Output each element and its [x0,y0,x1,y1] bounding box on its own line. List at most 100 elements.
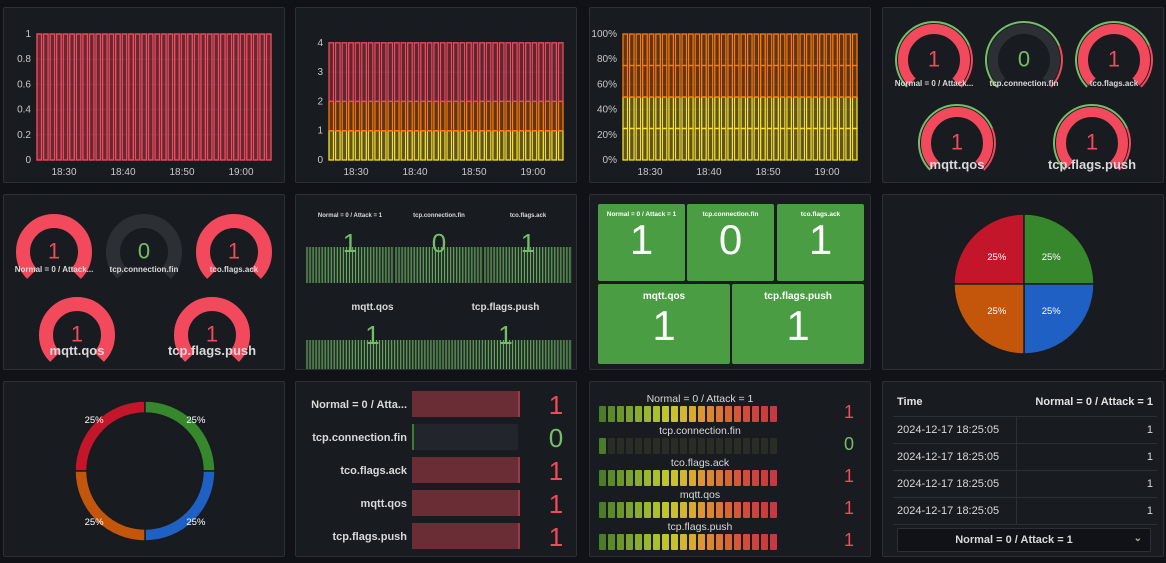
bar-segment [511,130,518,161]
bar-segment [400,130,407,161]
x-tick-label: 18:50 [755,167,780,178]
bar-segment [472,42,479,103]
bar-segment [753,33,760,67]
bar-segment [733,64,740,98]
lcd-gauge-bar [599,438,777,454]
stat-tile[interactable]: Normal = 0 / Attack = 11 [598,204,685,281]
gauge-value: 1 [1086,130,1098,155]
bar-segment [328,130,335,161]
bar-segment [714,64,720,98]
bar-segment [779,127,786,161]
bar-segment [459,100,466,132]
bar-segment [492,100,499,132]
bar-segment [812,127,819,161]
lcd-cell [770,534,777,550]
panel-gauges-thick[interactable]: 1 Normal = 0 / Attack... 0 tcp.connection.f… [3,194,285,370]
bar-segment [792,64,799,98]
lcd-cell [644,438,651,454]
bar-segment [687,96,694,130]
bar-segment [851,127,858,161]
bar-segment [779,64,786,98]
stat-tile[interactable]: mqtt.qos 1 [598,284,730,364]
bar-segment [687,64,694,98]
pie-slice-label: 25% [186,517,206,528]
table-row: 2024-12-17 18:25:05 1 [893,497,1157,525]
column-header-time[interactable]: Time [893,396,1017,417]
bar [239,33,246,161]
bar-segment [740,127,747,161]
stat-tile[interactable]: tcp.connection.fin 0 [687,204,774,281]
bar-segment [544,100,551,132]
panel-lcd-gauge[interactable]: Normal = 0 / Attack = 1 1 tcp.connection.f… [589,381,871,557]
bar-segment [544,42,551,103]
lcd-cell [761,406,768,422]
bar-segment [525,100,531,132]
bar-segment [773,127,779,161]
field-select[interactable]: Normal = 0 / Attack = 1 ⌄ [897,528,1151,552]
bar-segment [622,96,629,130]
bar [232,33,239,161]
panel-timeseries-bars[interactable]: 0 0.2 0.4 0.6 0.8 1 18:30 18:40 18:50 19:00 [3,7,285,183]
lcd-cell [635,406,642,422]
bar-segment [773,64,779,98]
bar-segment [511,100,518,132]
data-table: Time Normal = 0 / Attack = 1 2024-12-17 … [893,396,1157,525]
pie-slice [953,283,1025,355]
pie-slice-label: 25% [987,252,1007,263]
bar [75,33,82,161]
bar-gauge-track [412,523,520,549]
bar-segment [838,96,845,130]
stat-tile-value: 1 [652,302,676,349]
lcd-cell [608,438,615,454]
lcd-cell [752,534,759,550]
bar-segment [407,130,413,161]
bar-segment [459,42,466,103]
pie-slice [1023,283,1095,355]
lcd-gauge-bar [599,470,777,486]
bar-segment [648,33,655,67]
lcd-gauge-label: mqtt.qos [679,489,721,501]
panel-stacked-bars[interactable]: 0 1 2 3 4 18:30 18:40 18:50 19:00 [295,7,577,183]
bar-segment [786,64,793,98]
panel-stat-tiles[interactable]: Normal = 0 / Attack = 1 1 tcp.connection.f… [589,194,871,370]
panel-gauges-thin[interactable]: 1 Normal = 0 / Attack... 0 tcp.connection.f… [882,7,1164,183]
lcd-cell [743,406,750,422]
lcd-cell [707,406,714,422]
panel-percent-bars[interactable]: 0% 20% 40% 60% 80% 100% 18:30 18:40 18:50 19:00 [589,7,871,183]
bar-segment [786,33,793,67]
y-tick-label: 0.2 [17,130,31,141]
bar-segment [851,96,858,130]
lcd-cell [752,406,759,422]
lcd-cell [635,502,642,518]
y-tick-label: 4 [317,38,323,49]
stat-tile[interactable]: tco.flags.ack 1 [777,204,864,281]
y-tick-label: 3 [317,67,323,78]
lcd-cell [599,438,606,454]
bar-segment [426,42,433,103]
bar-segment [407,100,413,132]
column-header-attack[interactable]: Normal = 0 / Attack = 1 [1016,396,1157,417]
bar-gauge-fill [412,523,520,549]
stat-label: tcp.flags.push [472,302,540,313]
bar-segment [518,130,525,161]
stat-tile[interactable]: tcp.flags.push 1 [732,284,864,364]
lcd-cell [734,470,741,486]
bar-segment [374,130,381,161]
panel-donut[interactable]: 25% 25% 25% 25% [3,381,285,557]
bar [36,33,43,161]
pie-slice-label: 25% [186,415,206,426]
gauge-group-thin: 1 Normal = 0 / Attack... 0 tcp.connection.f… [895,21,1153,172]
gauge-value: 0 [1018,47,1030,72]
panel-bar-gauge[interactable]: Normal = 0 / Atta... 1 tcp.connection.fin 0… [295,381,577,557]
bar-segment [714,33,720,67]
panel-stat-sparklines[interactable]: Normal = 0 / Attack = 1 1 tcp.connection.f… [295,194,577,370]
lcd-cell [725,534,732,550]
panel-table[interactable]: Time Normal = 0 / Attack = 1 2024-12-17 … [882,381,1164,557]
panel-pie[interactable]: 25% 25% 25% 25% [882,194,1164,370]
bar-segment [707,64,714,98]
bar-segment [446,130,453,161]
lcd-cell [617,502,624,518]
y-tick-label: 0 [25,155,31,166]
stat-tile-label: mqtt.qos [642,291,686,302]
lcd-gauge-label: tco.flags.ack [670,457,730,469]
